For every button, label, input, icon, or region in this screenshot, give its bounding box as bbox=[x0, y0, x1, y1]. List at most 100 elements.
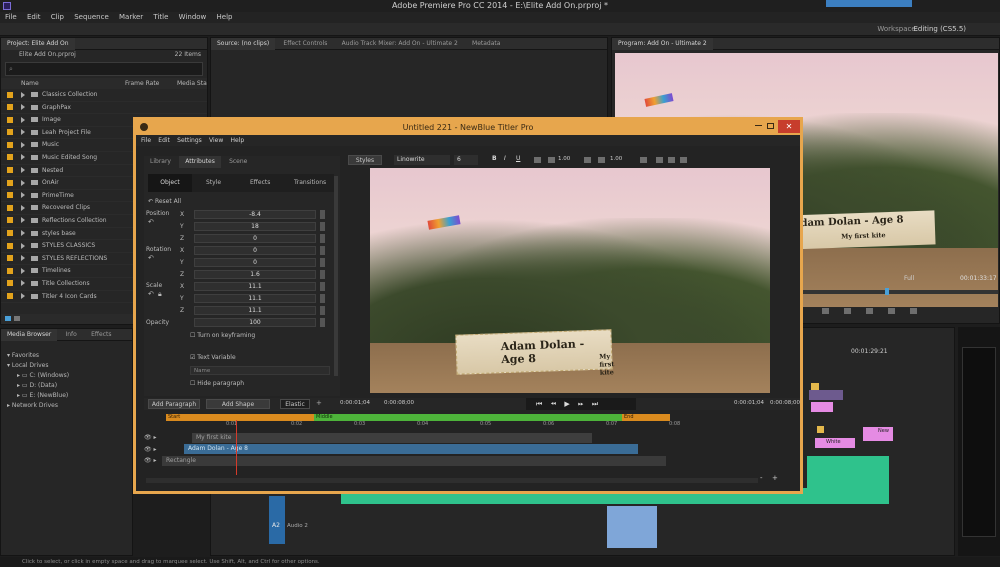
opacity-field[interactable]: 100 bbox=[194, 318, 316, 327]
spinner-icon[interactable] bbox=[320, 234, 325, 243]
expand-arrow-icon[interactable] bbox=[21, 179, 25, 186]
track-adam-dolan[interactable]: Adam Dolan - Age 8 bbox=[184, 444, 638, 454]
position-y-field[interactable]: 18 bbox=[194, 222, 316, 231]
track-eye-icon[interactable]: 👁︎ ▸ bbox=[144, 444, 164, 456]
elastic-button[interactable]: Elastic bbox=[280, 399, 310, 409]
tree-local-drives[interactable]: ▾ Local Drives bbox=[7, 361, 132, 371]
variable-name-input[interactable]: Name bbox=[190, 366, 330, 375]
segment-end[interactable]: End bbox=[622, 414, 670, 421]
subtab-object[interactable]: Object bbox=[148, 174, 192, 192]
leading-value[interactable]: 1.00 bbox=[558, 156, 570, 162]
window-controls[interactable] bbox=[826, 0, 912, 7]
audio-waveform-clip[interactable] bbox=[807, 456, 889, 504]
subtab-effects[interactable]: Effects bbox=[250, 174, 270, 192]
list-item[interactable]: Classics Collection bbox=[1, 89, 207, 102]
workspace-select[interactable]: Editing (CS5.5) bbox=[913, 25, 966, 33]
expand-arrow-icon[interactable] bbox=[21, 293, 25, 299]
minimize-icon[interactable] bbox=[755, 125, 762, 126]
text-variable-checkbox[interactable]: ☑ Text Variable bbox=[190, 352, 236, 364]
preview-lower-third[interactable]: Adam Dolan - Age 8 My first kite bbox=[455, 329, 615, 377]
rotation-z-field[interactable]: 1.6 bbox=[194, 270, 316, 279]
preview-lt-main[interactable]: Adam Dolan - Age 8 bbox=[501, 336, 612, 366]
tab-metadata[interactable]: Metadata bbox=[466, 38, 506, 50]
expand-arrow-icon[interactable] bbox=[21, 217, 25, 224]
titler-h-scrollbar[interactable] bbox=[146, 478, 758, 483]
list-item[interactable]: GraphPax bbox=[1, 102, 207, 115]
duration-time[interactable]: 0:00:08;00 bbox=[384, 400, 414, 406]
position-z-field[interactable]: 0 bbox=[194, 234, 316, 243]
spinner-icon[interactable] bbox=[320, 258, 325, 267]
attributes-scrollbar[interactable] bbox=[334, 176, 338, 376]
hide-paragraph-checkbox[interactable]: ☐ Hide paragraph bbox=[190, 378, 244, 390]
menu-edit[interactable]: Edit bbox=[27, 13, 41, 21]
go-end-icon[interactable]: ⏭ bbox=[592, 400, 598, 408]
spinner-icon[interactable] bbox=[320, 222, 325, 231]
tab-project[interactable]: Project: Elite Add On bbox=[1, 38, 75, 50]
expand-arrow-icon[interactable] bbox=[21, 280, 25, 287]
titler-menu-edit[interactable]: Edit bbox=[158, 137, 170, 144]
expand-arrow-icon[interactable] bbox=[21, 116, 25, 123]
text-tool-icon[interactable] bbox=[640, 157, 647, 163]
segment-start[interactable]: Start bbox=[166, 414, 314, 421]
compare-icon[interactable] bbox=[910, 308, 917, 314]
project-search-input[interactable]: ⌕ bbox=[5, 62, 203, 76]
lock-icon[interactable]: 🔒︎ bbox=[158, 290, 162, 299]
timeline-clip-white[interactable]: White bbox=[815, 438, 855, 448]
spinner-icon[interactable] bbox=[320, 306, 325, 315]
scale-y-field[interactable]: 11.1 bbox=[194, 294, 316, 303]
preview-lt-sub[interactable]: My first kite bbox=[599, 352, 615, 376]
step-forward-icon[interactable]: ⏩︎ bbox=[578, 400, 584, 408]
scale-z-field[interactable]: 11.1 bbox=[194, 306, 316, 315]
menu-clip[interactable]: Clip bbox=[51, 13, 64, 21]
timeline-clip-new[interactable]: New bbox=[863, 427, 893, 441]
font-size-select[interactable]: 6 bbox=[454, 155, 478, 165]
icon-view-icon[interactable] bbox=[14, 316, 20, 321]
keyframing-checkbox[interactable]: ☐ Turn on keyframing bbox=[190, 330, 255, 342]
tree-network[interactable]: ▸ Network Drives bbox=[7, 401, 132, 411]
tab-effect-controls[interactable]: Effect Controls bbox=[277, 38, 333, 50]
menu-window[interactable]: Window bbox=[179, 13, 207, 21]
timeline-clip[interactable] bbox=[811, 402, 833, 412]
col-media-start[interactable]: Media Sta bbox=[177, 78, 207, 89]
bold-button[interactable]: B bbox=[492, 155, 497, 162]
close-button[interactable]: ✕ bbox=[778, 120, 800, 133]
tab-audio-mixer[interactable]: Audio Track Mixer: Add On - Ultimate 2 bbox=[336, 38, 464, 50]
titler-ruler[interactable]: 0:01 0:02 0:03 0:04 0:05 0:06 0:07 0:08 bbox=[166, 421, 680, 429]
tab-info[interactable]: Info bbox=[59, 329, 82, 341]
timeline-clip[interactable] bbox=[809, 390, 843, 400]
reset-scale-icon[interactable]: ↶ bbox=[148, 290, 154, 298]
underline-button[interactable]: U bbox=[516, 155, 520, 162]
titler-playhead[interactable] bbox=[236, 420, 237, 475]
titler-menu-view[interactable]: View bbox=[209, 137, 223, 144]
zoom-out-button[interactable]: - bbox=[760, 474, 763, 482]
add-segment-button[interactable]: + bbox=[316, 399, 322, 407]
grid-icon[interactable] bbox=[656, 157, 663, 163]
zoom-in-button[interactable]: + bbox=[772, 474, 778, 482]
reset-rotation-icon[interactable]: ↶ bbox=[148, 254, 154, 262]
tab-source[interactable]: Source: (no clips) bbox=[211, 38, 276, 50]
expand-arrow-icon[interactable] bbox=[21, 104, 25, 111]
expand-arrow-icon[interactable] bbox=[21, 129, 25, 136]
expand-arrow-icon[interactable] bbox=[21, 91, 25, 98]
subtab-transitions[interactable]: Transitions bbox=[294, 174, 326, 192]
export-frame-icon[interactable] bbox=[888, 308, 895, 314]
segment-middle[interactable]: Middle bbox=[314, 414, 622, 421]
tab-library[interactable]: Library bbox=[144, 156, 177, 168]
track-eye-icon[interactable]: 👁︎ ▸ bbox=[144, 455, 164, 467]
menu-marker[interactable]: Marker bbox=[119, 13, 143, 21]
titler-menu-help[interactable]: Help bbox=[230, 137, 244, 144]
tree-drive-e[interactable]: ▸ ▭ E: (NewBlue) bbox=[7, 391, 132, 401]
audio-clip-blue[interactable] bbox=[607, 506, 657, 548]
menu-sequence[interactable]: Sequence bbox=[74, 13, 109, 21]
expand-arrow-icon[interactable] bbox=[21, 242, 25, 249]
kerning-value[interactable]: 1.00 bbox=[610, 156, 622, 162]
titler-preview[interactable]: Adam Dolan - Age 8 My first kite bbox=[370, 168, 770, 393]
guides-icon[interactable] bbox=[680, 157, 687, 163]
kerning-icon[interactable] bbox=[598, 157, 605, 163]
spinner-icon[interactable] bbox=[320, 294, 325, 303]
titler-menu-file[interactable]: File bbox=[141, 137, 151, 144]
col-name[interactable]: Name bbox=[21, 78, 39, 89]
reset-position-icon[interactable]: ↶ bbox=[148, 218, 154, 226]
track-rectangle[interactable]: Rectangle bbox=[162, 456, 666, 466]
add-paragraph-button[interactable]: Add Paragraph bbox=[148, 399, 200, 409]
